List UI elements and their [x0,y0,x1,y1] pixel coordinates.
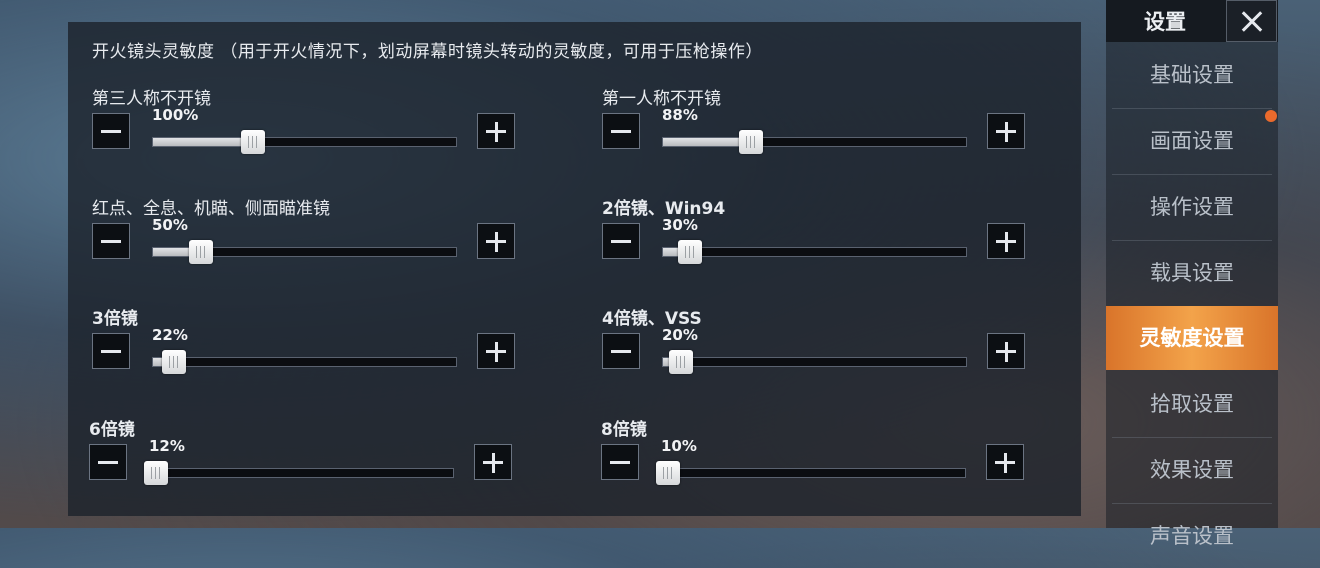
slider-thumb[interactable] [189,240,214,264]
slider-value: 100% [152,106,199,124]
increase-button[interactable] [986,444,1024,480]
slider-label: 8倍镜 [601,420,647,440]
sensitivity-panel: 开火镜头灵敏度 （用于开火情况下，划动屏幕时镜头转动的灵敏度，可用于压枪操作） … [68,22,1081,516]
minus-icon [611,350,631,353]
notification-dot [1265,110,1277,122]
slider-8x-scope: 8倍镜 10% [601,415,1041,525]
slider-track[interactable] [152,350,457,374]
slider-thumb[interactable] [669,350,694,374]
slider-fill [663,138,751,146]
minus-icon [611,130,631,133]
slider-value: 88% [662,106,698,124]
slider-fpp-no-scope: 第一人称不开镜 88% [602,84,1042,194]
slider-tpp-no-scope: 第三人称不开镜 100% [92,84,532,194]
slider-thumb[interactable] [240,130,265,154]
decrease-button[interactable] [92,333,130,369]
increase-button[interactable] [477,223,515,259]
slider-thumb[interactable] [678,240,703,264]
slider-label: 6倍镜 [89,420,135,440]
sidebar-item-basic[interactable]: 基础设置 [1106,43,1278,107]
slider-track[interactable] [656,461,966,485]
slider-4x-scope: 4倍镜、VSS 20% [602,304,1042,414]
minus-icon [101,350,121,353]
decrease-button[interactable] [601,444,639,480]
sidebar-item-effects[interactable]: 效果设置 [1106,438,1278,502]
decrease-button[interactable] [92,113,130,149]
increase-button[interactable] [987,223,1025,259]
sidebar-item-sensitivity[interactable]: 灵敏度设置 [1106,306,1278,370]
minus-icon [101,240,121,243]
slider-value: 22% [152,326,188,344]
slider-track[interactable] [662,240,967,264]
increase-button[interactable] [987,333,1025,369]
sidebar-item-audio[interactable]: 声音设置 [1106,504,1278,568]
sidebar-item-vehicle[interactable]: 载具设置 [1106,241,1278,305]
section-title: 开火镜头灵敏度 （用于开火情况下，划动屏幕时镜头转动的灵敏度，可用于压枪操作） [92,42,763,62]
settings-title: 设置 [1144,10,1186,34]
sidebar-item-controls[interactable]: 操作设置 [1106,175,1278,239]
slider-6x-scope: 6倍镜 12% [89,415,529,525]
slider-track[interactable] [152,240,457,264]
sidebar-item-graphics[interactable]: 画面设置 [1106,109,1278,173]
increase-button[interactable] [987,113,1025,149]
slider-red-dot: 红点、全息、机瞄、侧面瞄准镜 50% [92,194,532,304]
slider-track[interactable] [144,461,454,485]
slider-3x-scope: 3倍镜 22% [92,304,532,414]
slider-value: 30% [662,216,698,234]
slider-label: 红点、全息、机瞄、侧面瞄准镜 [92,199,330,219]
decrease-button[interactable] [89,444,127,480]
minus-icon [101,130,121,133]
settings-sidebar: 设置 基础设置 画面设置 操作设置 载具设置 灵敏度设置 拾取设置 效果设置 声… [1106,0,1278,548]
slider-label: 3倍镜 [92,309,138,329]
slider-thumb[interactable] [144,461,169,485]
minus-icon [610,461,630,464]
slider-thumb[interactable] [162,350,187,374]
slider-value: 10% [661,437,697,455]
increase-button[interactable] [477,113,515,149]
slider-thumb[interactable] [656,461,681,485]
slider-thumb[interactable] [738,130,763,154]
sidebar-header: 设置 [1106,0,1278,42]
increase-button[interactable] [477,333,515,369]
slider-track[interactable] [662,130,967,154]
slider-track[interactable] [662,350,967,374]
sidebar-item-pickup[interactable]: 拾取设置 [1106,372,1278,436]
decrease-button[interactable] [602,113,640,149]
minus-icon [98,461,118,464]
slider-value: 12% [149,437,185,455]
close-button[interactable] [1226,0,1277,42]
slider-value: 20% [662,326,698,344]
slider-2x-scope: 2倍镜、Win94 30% [602,194,1042,304]
slider-fill [153,138,253,146]
increase-button[interactable] [474,444,512,480]
slider-track[interactable] [152,130,457,154]
slider-value: 50% [152,216,188,234]
minus-icon [611,240,631,243]
decrease-button[interactable] [602,333,640,369]
decrease-button[interactable] [92,223,130,259]
decrease-button[interactable] [602,223,640,259]
